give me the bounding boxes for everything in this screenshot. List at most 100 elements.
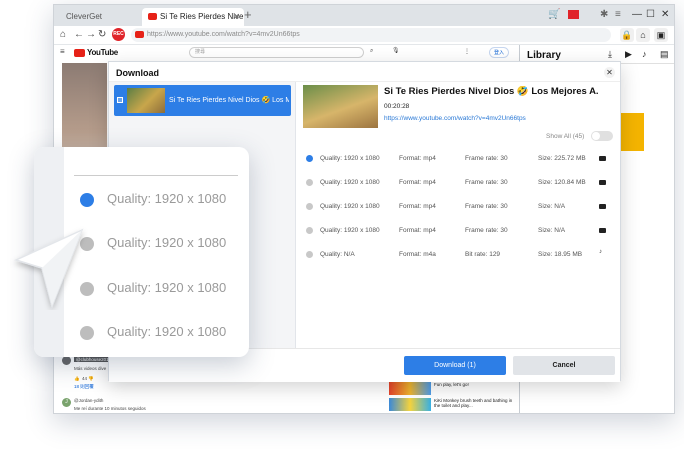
- dialog-close-icon[interactable]: ✕: [604, 67, 615, 78]
- close-window-icon[interactable]: ✕: [661, 9, 669, 20]
- format-option-row[interactable]: Quality: N/A Format: m4a Bit rate: 129 S…: [297, 249, 621, 263]
- youtube-icon: [135, 31, 144, 38]
- tab-cleverget[interactable]: CleverGet: [58, 8, 138, 26]
- hamburger-icon[interactable]: ≡: [60, 47, 65, 56]
- youtube-logo-text: YouTube: [87, 48, 118, 57]
- dialog-title: Download: [116, 68, 159, 78]
- youtube-header: ≡ YouTube 搜尋 ⌕ 🎙 ⋮ 登入: [54, 45, 519, 62]
- video-format-icon: [599, 156, 606, 161]
- queue-item-checkbox[interactable]: [117, 97, 123, 103]
- like-icon[interactable]: 👍: [74, 376, 80, 382]
- zoom-card-divider: [74, 175, 238, 176]
- format-radio[interactable]: [306, 155, 313, 162]
- video-duration: 00:20:28: [384, 103, 410, 110]
- quality-label: Quality: 1920 x 1080: [320, 155, 380, 162]
- format-option-row[interactable]: Quality: 1920 x 1080 Format: mp4 Frame r…: [297, 201, 621, 215]
- tab-active-video[interactable]: Si Te Ries Pierdes Nive ✕: [142, 8, 244, 26]
- tab-active-label: Si Te Ries Pierdes Nive: [160, 12, 244, 21]
- size-label: Size: 120.84 MB: [538, 179, 586, 186]
- cart-icon[interactable]: 🛒: [548, 10, 560, 20]
- related-title: Fun play, let's go!: [434, 382, 469, 387]
- video-format-icon: [599, 180, 606, 185]
- rate-label: Bit rate: 129: [465, 251, 501, 258]
- size-label: Size: N/A: [538, 203, 566, 210]
- video-format-icon: [599, 228, 606, 233]
- back-icon[interactable]: ←: [74, 29, 84, 40]
- search-icon[interactable]: ⌕: [370, 48, 373, 55]
- size-label: Size: 225.72 MB: [538, 155, 586, 162]
- queue-item[interactable]: Si Te Ries Pierdes Nivel Dios 🤣 Los Mejo…: [114, 85, 291, 116]
- related-video[interactable]: KiKi Monkey brush teeth and bathing in t…: [389, 398, 514, 412]
- format-radio[interactable]: [306, 251, 313, 258]
- youtube-play-icon: [74, 48, 85, 57]
- related-thumbnail: [389, 382, 431, 395]
- forward-icon[interactable]: →: [86, 29, 96, 40]
- library-home-icon[interactable]: ⌂: [636, 28, 650, 42]
- youtube-favicon-icon: [148, 13, 157, 20]
- library-title: Library: [527, 50, 561, 61]
- video-url-link[interactable]: https://www.youtube.com/watch?v=4mv2Un66…: [384, 115, 526, 122]
- queue-item-thumbnail: [127, 88, 165, 113]
- replies-link[interactable]: 18 則回覆: [74, 384, 94, 390]
- show-all-label: Show All (45): [546, 133, 585, 140]
- zoom-quality-label: Quality: 1920 x 1080: [107, 324, 227, 339]
- download-icon[interactable]: ⤓: [608, 49, 612, 60]
- cancel-button[interactable]: Cancel: [513, 356, 615, 375]
- format-label: Format: mp4: [399, 227, 436, 234]
- library-more-icon[interactable]: ▤: [660, 49, 669, 60]
- show-all-toggle[interactable]: [591, 131, 613, 141]
- lock-icon[interactable]: 🔒: [620, 28, 634, 42]
- address-bar: ⌂ ← → ↻ REC https://www.youtube.com/watc…: [54, 26, 674, 45]
- comment-text: Me reí durante 10 minutos seguidos: [74, 406, 146, 411]
- format-option-row[interactable]: Quality: 1920 x 1080 Format: mp4 Frame r…: [297, 225, 621, 239]
- video-icon[interactable]: ▶: [625, 49, 632, 60]
- format-option-row[interactable]: Quality: 1920 x 1080 Format: mp4 Frame r…: [297, 177, 621, 191]
- related-title: KiKi Monkey brush teeth and bathing in t…: [434, 398, 513, 408]
- youtube-search-input[interactable]: 搜尋: [189, 47, 364, 58]
- rate-label: Frame rate: 30: [465, 203, 508, 210]
- youtube-logo[interactable]: YouTube: [74, 48, 118, 57]
- url-field[interactable]: https://www.youtube.com/watch?v=4mv2Un66…: [131, 28, 611, 42]
- menu-icon[interactable]: ≡: [615, 10, 621, 20]
- new-tab-button[interactable]: +: [244, 7, 252, 22]
- flag-icon[interactable]: [568, 10, 579, 19]
- maximize-icon[interactable]: ☐: [646, 9, 655, 20]
- record-button[interactable]: REC: [112, 28, 125, 41]
- format-option-row[interactable]: Quality: 1920 x 1080 Format: mp4 Frame r…: [297, 153, 621, 167]
- comment-author[interactable]: @Jordan-ydith: [74, 398, 103, 403]
- format-radio[interactable]: [306, 203, 313, 210]
- rate-label: Frame rate: 30: [465, 155, 508, 162]
- mouse-pointer-icon: [13, 228, 84, 309]
- zoom-radio[interactable]: [80, 326, 94, 340]
- video-details: Si Te Ries Pierdes Nivel Dios 🤣 Los Mejo…: [297, 82, 621, 348]
- download-button[interactable]: Download (1): [404, 356, 506, 375]
- zoom-radio[interactable]: [80, 193, 94, 207]
- tab-close-icon[interactable]: ✕: [233, 8, 240, 26]
- quality-label: Quality: 1920 x 1080: [320, 203, 380, 210]
- format-label: Format: mp4: [399, 179, 436, 186]
- reload-icon[interactable]: ↻: [98, 29, 106, 40]
- video-format-icon: [599, 204, 606, 209]
- related-video[interactable]: Fun play, let's go!: [389, 382, 514, 396]
- more-icon[interactable]: ⋮: [464, 48, 470, 55]
- login-button[interactable]: 登入: [489, 47, 510, 58]
- minimize-icon[interactable]: —: [632, 9, 642, 20]
- dislike-icon[interactable]: 👎: [88, 376, 94, 382]
- url-text: https://www.youtube.com/watch?v=4mv2Un66…: [147, 31, 300, 38]
- microphone-icon[interactable]: 🎙: [392, 47, 400, 54]
- format-radio[interactable]: [306, 179, 313, 186]
- home-icon[interactable]: ⌂: [60, 29, 66, 40]
- tab-bar: CleverGet Si Te Ries Pierdes Nive ✕ + 🛒 …: [54, 5, 674, 26]
- settings-icon[interactable]: ✱: [600, 10, 608, 20]
- audio-icon[interactable]: ♪: [642, 49, 647, 59]
- sidebar-toggle-icon[interactable]: ▣: [654, 28, 668, 42]
- zoom-quality-label: Quality: 1920 x 1080: [107, 191, 227, 206]
- zoom-quality-label: Quality: 1920 x 1080: [107, 235, 227, 250]
- zoom-quality-label: Quality: 1920 x 1080: [107, 280, 227, 295]
- format-label: Format: mp4: [399, 203, 436, 210]
- queue-item-title: Si Te Ries Pierdes Nivel Dios 🤣 Los Mejo…: [169, 97, 289, 104]
- format-radio[interactable]: [306, 227, 313, 234]
- avatar: J: [62, 398, 71, 407]
- format-label: Format: mp4: [399, 155, 436, 162]
- stage: CleverGet Si Te Ries Pierdes Nive ✕ + 🛒 …: [0, 0, 684, 449]
